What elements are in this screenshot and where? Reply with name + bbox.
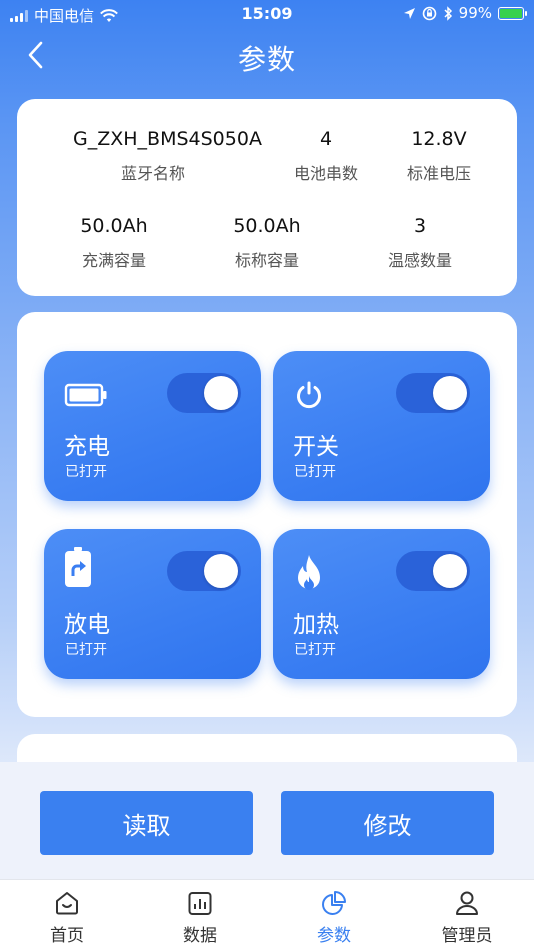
tab-admin-label: 管理员 xyxy=(441,926,493,946)
bluetooth-icon xyxy=(444,5,452,21)
charge-status: 已打开 xyxy=(65,464,107,480)
tab-params-label: 参数 xyxy=(317,926,351,946)
chart-icon xyxy=(150,888,250,918)
home-icon xyxy=(17,888,117,918)
full-capacity-label: 充满容量 xyxy=(81,251,146,270)
switch-tile-power[interactable]: 开关 已打开 xyxy=(273,351,490,501)
heating-status: 已打开 xyxy=(294,642,336,658)
full-capacity-value: 50.0Ah xyxy=(80,215,148,237)
tab-bar: 首页 数据 参数 管理员 xyxy=(0,879,534,950)
info-nominal-capacity: 50.0Ah 标称容量 xyxy=(187,213,347,271)
info-nominal-voltage: 12.8V 标准电压 xyxy=(359,126,519,184)
nominal-capacity-label: 标称容量 xyxy=(234,251,299,270)
page-title: 参数 xyxy=(237,43,296,76)
bluetooth-name-label: 蓝牙名称 xyxy=(120,164,185,183)
status-bar: 中国电信 15:09 99% xyxy=(0,0,534,30)
heating-title: 加热 xyxy=(293,612,339,638)
temp-sensor-count-label: 温感数量 xyxy=(387,251,452,270)
bluetooth-name-value: G_ZXH_BMS4S050A xyxy=(73,128,262,150)
modify-button[interactable]: 修改 xyxy=(281,791,494,855)
user-icon xyxy=(417,888,517,918)
power-icon xyxy=(293,377,337,413)
heating-toggle[interactable] xyxy=(396,551,470,591)
nominal-capacity-value: 50.0Ah xyxy=(233,215,301,237)
read-button[interactable]: 读取 xyxy=(40,791,253,855)
tab-data[interactable]: 数据 xyxy=(150,888,250,946)
tab-home-label: 首页 xyxy=(50,926,84,946)
temp-sensor-count-value: 3 xyxy=(413,215,427,237)
nav-bar: 参数 xyxy=(0,30,534,80)
tab-admin[interactable]: 管理员 xyxy=(417,888,517,946)
nominal-voltage-value: 12.8V xyxy=(411,128,467,150)
discharge-toggle[interactable] xyxy=(167,551,241,591)
nominal-voltage-label: 标准电压 xyxy=(406,164,471,183)
info-bluetooth-name: G_ZXH_BMS4S050A 蓝牙名称 xyxy=(73,126,262,184)
switch-tile-charge[interactable]: 充电 已打开 xyxy=(44,351,261,501)
power-status: 已打开 xyxy=(294,464,336,480)
power-toggle[interactable] xyxy=(396,373,470,413)
switch-tile-discharge[interactable]: 放电 已打开 xyxy=(44,529,261,679)
charge-toggle[interactable] xyxy=(167,373,241,413)
tab-data-label: 数据 xyxy=(183,926,217,946)
discharge-status: 已打开 xyxy=(65,642,107,658)
discharge-title: 放电 xyxy=(64,612,110,638)
pie-icon xyxy=(284,888,384,918)
info-temp-sensor-count: 3 温感数量 xyxy=(340,213,500,271)
tab-params[interactable]: 参数 xyxy=(284,888,384,946)
action-bar: 读取 修改 xyxy=(0,762,534,879)
flame-icon xyxy=(293,555,337,591)
battery-icon xyxy=(64,377,108,413)
status-right: 99% xyxy=(403,4,527,22)
power-title: 开关 xyxy=(293,434,339,460)
battery-info-card: G_ZXH_BMS4S050A 蓝牙名称 4 电池串数 12.8V 标准电压 5… xyxy=(17,99,517,296)
switch-tile-heating[interactable]: 加热 已打开 xyxy=(273,529,490,679)
charge-title: 充电 xyxy=(64,434,110,460)
switch-panel: 充电 已打开 开关 已打开 放电 已打开 加热 已打开 xyxy=(17,312,517,717)
info-full-capacity: 50.0Ah 充满容量 xyxy=(34,213,194,271)
battery-status-icon xyxy=(498,6,527,20)
location-icon xyxy=(403,7,415,19)
discharge-icon xyxy=(64,547,108,587)
tab-home[interactable]: 首页 xyxy=(17,888,117,946)
battery-percent: 99% xyxy=(458,4,492,22)
rotation-lock-icon xyxy=(422,6,436,20)
